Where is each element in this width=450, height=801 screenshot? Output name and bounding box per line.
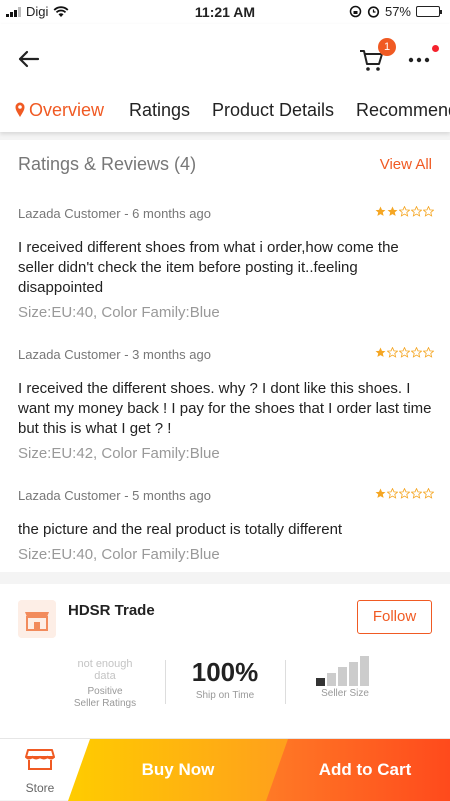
store-logo-icon[interactable] <box>18 600 56 638</box>
star-empty-icon <box>399 206 410 217</box>
view-all-link[interactable]: View All <box>380 156 432 173</box>
star-empty-icon <box>411 488 422 499</box>
star-empty-icon <box>387 347 398 358</box>
ship-on-time-value: 100% <box>191 657 259 687</box>
ship-on-time-metric: 100% Ship on Time <box>180 658 270 702</box>
store-name[interactable]: HDSR Trade <box>68 602 155 619</box>
alarm-icon <box>367 6 380 18</box>
review-sku: Size:EU:42, Color Family:Blue <box>18 445 220 462</box>
star-empty-icon <box>423 488 434 499</box>
review-sku: Size:EU:40, Color Family:Blue <box>18 546 220 563</box>
review-stars <box>375 347 434 358</box>
seller-size-bar <box>338 667 347 686</box>
review-text: I received the different shoes. why ? I … <box>18 380 432 437</box>
star-empty-icon <box>411 206 422 217</box>
store-icon <box>25 749 55 770</box>
star-empty-icon <box>411 347 422 358</box>
ratings-value-line2: data <box>94 670 116 682</box>
star-empty-icon <box>423 206 434 217</box>
metric-divider <box>165 660 166 704</box>
ratings-reviews-section: Ratings & Reviews (4) View All Lazada Cu… <box>0 140 450 572</box>
star-empty-icon <box>423 347 434 358</box>
star-empty-icon <box>387 488 398 499</box>
star-filled-icon <box>375 488 386 498</box>
seller-size-bars <box>316 656 369 686</box>
notification-dot <box>432 45 439 52</box>
review-item: Lazada Customer - 5 months ago the pictu… <box>18 488 434 563</box>
cart-count-badge: 1 <box>378 38 396 56</box>
metric-divider <box>285 660 286 704</box>
review-item: Lazada Customer - 3 months ago I receive… <box>18 347 434 462</box>
seller-size-metric: Seller Size <box>300 688 390 700</box>
rotation-lock-icon <box>349 5 362 18</box>
star-filled-icon <box>375 347 386 357</box>
status-bar: Digi 11:21 AM 57% <box>0 0 450 24</box>
ship-on-time-label: Ship on Time <box>195 690 255 701</box>
star-filled-icon <box>375 206 386 216</box>
follow-button[interactable]: Follow <box>357 600 432 634</box>
buy-now-button[interactable]: Buy Now <box>68 739 288 801</box>
section-tabs: Overview Ratings Product Details Recomme… <box>0 96 450 130</box>
star-empty-icon <box>399 488 410 499</box>
tab-recommend[interactable]: Recommend <box>356 100 450 121</box>
seller-size-bar <box>360 656 369 686</box>
seller-size-bar <box>349 661 358 686</box>
more-icon[interactable] <box>404 52 438 68</box>
tab-product-details[interactable]: Product Details <box>212 100 334 121</box>
ratings-label-line1: Positive <box>87 686 123 697</box>
seller-size-bar <box>316 678 325 686</box>
review-meta: Lazada Customer - 5 months ago <box>18 488 211 503</box>
reviews-title: Ratings & Reviews (4) <box>18 154 197 174</box>
seller-size-label: Seller Size <box>321 688 369 699</box>
ratings-label-line2: Seller Ratings <box>73 698 137 709</box>
ratings-value-line1: not enough <box>77 658 133 670</box>
store-tab-label: Store <box>25 781 55 795</box>
review-text: the picture and the real product is tota… <box>18 521 343 538</box>
seller-size-bar <box>327 672 336 686</box>
review-text: I received different shoes from what i o… <box>18 239 399 296</box>
tab-overview[interactable]: Overview <box>29 100 104 121</box>
review-meta: Lazada Customer - 3 months ago <box>18 347 211 362</box>
review-stars <box>375 206 434 217</box>
add-to-cart-button[interactable]: Add to Cart <box>266 739 450 801</box>
product-header: 1 Overview Ratings Product Details Recom… <box>0 24 450 132</box>
review-stars <box>375 488 434 499</box>
tab-ratings[interactable]: Ratings <box>129 100 190 121</box>
review-sku: Size:EU:40, Color Family:Blue <box>18 304 220 321</box>
battery-icon <box>416 6 442 17</box>
store-tab-button[interactable]: Store <box>0 739 80 801</box>
back-arrow-icon[interactable] <box>14 44 44 74</box>
battery-percent: 57% <box>384 4 411 19</box>
review-meta: Lazada Customer - 6 months ago <box>18 206 211 221</box>
star-filled-icon <box>387 206 398 216</box>
seller-ratings-metric: not enough data Positive Seller Ratings <box>60 658 150 710</box>
status-right: 57% <box>349 4 442 19</box>
review-item: Lazada Customer - 6 months ago I receive… <box>18 206 434 321</box>
location-pin-icon <box>15 102 25 117</box>
seller-card: HDSR Trade Follow not enough data Positi… <box>0 584 450 738</box>
star-empty-icon <box>399 347 410 358</box>
bottom-action-bar: Store Buy Now Add to Cart <box>0 738 450 801</box>
